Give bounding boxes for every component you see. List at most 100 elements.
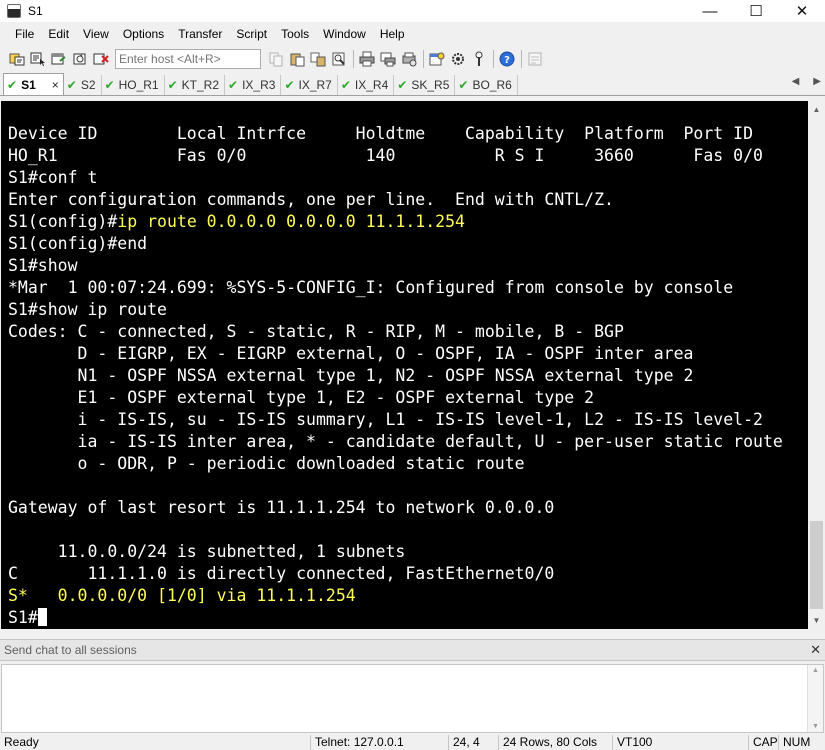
terminal-line: *Mar 1 00:07:24.699: %SYS-5-CONFIG_I: Co…: [8, 278, 734, 297]
tab-close-icon[interactable]: ×: [52, 78, 59, 92]
terminal-line: S1#show ip route: [8, 300, 167, 319]
menu-script[interactable]: Script: [229, 24, 274, 44]
menu-edit[interactable]: Edit: [41, 24, 76, 44]
minimize-button[interactable]: —: [687, 0, 733, 22]
tab-label: IX_R7: [298, 78, 332, 92]
tab-s2[interactable]: ✔ S2: [64, 75, 102, 95]
toolbar-separator: [521, 50, 522, 68]
terminal-prompt: S1(config)#: [8, 212, 118, 231]
connected-check-icon: ✔: [284, 78, 295, 92]
connected-check-icon: ✔: [66, 78, 77, 92]
window-title: S1: [28, 4, 43, 18]
tab-label: S1: [21, 77, 36, 92]
keymap-icon[interactable]: [470, 50, 488, 68]
scrollbar-thumb[interactable]: [810, 521, 823, 609]
title-bar: S1 — ☐ ✕: [0, 0, 825, 22]
menu-options[interactable]: Options: [116, 24, 171, 44]
chat-close-icon[interactable]: ✕: [810, 642, 821, 658]
tab-kt-r2[interactable]: ✔ KT_R2: [165, 75, 226, 95]
tab-ix-r4[interactable]: ✔ IX_R4: [338, 75, 395, 95]
tab-label: BO_R6: [472, 78, 512, 92]
tab-scroll-left-icon[interactable]: ◀: [792, 76, 800, 87]
session-tab-bar: ✔ S1 × ✔ S2 ✔ HO_R1 ✔ KT_R2 ✔ IX_R3 ✔ IX…: [0, 73, 825, 96]
tab-scroll-right-icon[interactable]: ▶: [813, 76, 821, 87]
terminal-line: HO_R1 Fas 0/0 140 R S I 3660 Fas 0/0: [8, 146, 763, 165]
toolbar-separator: [353, 50, 354, 68]
menu-transfer[interactable]: Transfer: [171, 24, 229, 44]
tab-label: SK_R5: [411, 78, 450, 92]
copy-icon[interactable]: [267, 50, 285, 68]
terminal-highlight: ip route 0.0.0.0 0.0.0.0 11.1.1.254: [117, 212, 465, 231]
connect-icon[interactable]: [8, 50, 26, 68]
tab-ix-r3[interactable]: ✔ IX_R3: [225, 75, 282, 95]
chat-scroll-up-icon[interactable]: ▲: [812, 667, 819, 674]
menu-view[interactable]: View: [76, 24, 116, 44]
terminal-line: E1 - OSPF external type 1, E2 - OSPF ext…: [8, 388, 595, 407]
status-emulation: VT100: [612, 735, 748, 750]
chat-scrollbar[interactable]: ▲ ▼: [807, 665, 823, 732]
status-bar: Ready Telnet: 127.0.0.1 24, 4 24 Rows, 8…: [0, 735, 825, 750]
menu-bar: File Edit View Options Transfer Script T…: [0, 24, 825, 44]
connected-check-icon: ✔: [104, 78, 115, 92]
terminal-cursor: [37, 608, 47, 626]
terminal-line: ia - IS-IS inter area, * - candidate def…: [8, 432, 783, 451]
terminal-line: i - IS-IS, su - IS-IS summary, L1 - IS-I…: [8, 410, 763, 429]
disconnect-icon[interactable]: [92, 50, 110, 68]
terminal-screen[interactable]: Device ID Local Intrfce Holdtme Capabili…: [1, 101, 808, 629]
map-icon[interactable]: [526, 50, 544, 68]
terminal-line: Device ID Local Intrfce Holdtme Capabili…: [8, 124, 754, 143]
connected-check-icon: ✔: [397, 78, 408, 92]
find-icon[interactable]: [330, 50, 348, 68]
terminal-line: 11.0.0.0/24 is subnetted, 1 subnets: [8, 542, 406, 561]
tab-s1[interactable]: ✔ S1 ×: [3, 73, 64, 95]
menu-help[interactable]: Help: [373, 24, 412, 44]
close-button[interactable]: ✕: [779, 0, 825, 22]
paste-icon[interactable]: [288, 50, 306, 68]
status-terminal-size: 24 Rows, 80 Cols: [498, 735, 612, 750]
host-input[interactable]: [115, 49, 261, 69]
terminal-scrollbar[interactable]: ▲ ▼: [808, 101, 825, 629]
tab-label: KT_R2: [181, 78, 220, 92]
toolbar-separator: [423, 50, 424, 68]
reconnect-icon[interactable]: [71, 50, 89, 68]
print-screen-icon[interactable]: [379, 50, 397, 68]
connected-check-icon: ✔: [167, 78, 178, 92]
scroll-down-icon[interactable]: ▼: [808, 612, 825, 629]
terminal-line: S* 0.0.0.0/0 [1/0] via 11.1.1.254: [8, 585, 783, 607]
printer-setup-icon[interactable]: [400, 50, 418, 68]
terminal-app-icon: [7, 4, 21, 18]
terminal-line: Enter configuration commands, one per li…: [8, 190, 614, 209]
terminal-prompt: S1#: [8, 608, 38, 627]
tab-label: HO_R1: [118, 78, 159, 92]
chat-header: Send chat to all sessions ✕: [0, 639, 825, 661]
tab-bo-r6[interactable]: ✔ BO_R6: [455, 75, 518, 95]
print-icon[interactable]: [358, 50, 376, 68]
tab-scroll-arrows: ◀ ▶: [792, 76, 821, 87]
tab-ho-r1[interactable]: ✔ HO_R1: [102, 75, 165, 95]
connected-check-icon: ✔: [228, 78, 239, 92]
connect-tab-icon[interactable]: [50, 50, 68, 68]
global-options-icon[interactable]: [449, 50, 467, 68]
tab-ix-r7[interactable]: ✔ IX_R7: [281, 75, 338, 95]
terminal-line: D - EIGRP, EX - EIGRP external, O - OSPF…: [8, 344, 694, 363]
maximize-button[interactable]: ☐: [733, 0, 779, 22]
terminal-output: Device ID Local Intrfce Holdtme Capabili…: [8, 123, 783, 629]
toolbar: ?: [0, 46, 825, 72]
connected-check-icon: ✔: [340, 78, 351, 92]
window-controls: — ☐ ✕: [687, 0, 825, 22]
menu-window[interactable]: Window: [316, 24, 373, 44]
quick-connect-icon[interactable]: [29, 50, 47, 68]
tab-sk-r5[interactable]: ✔ SK_R5: [394, 75, 456, 95]
session-options-icon[interactable]: [428, 50, 446, 68]
scroll-up-icon[interactable]: ▲: [808, 101, 825, 118]
menu-tools[interactable]: Tools: [274, 24, 316, 44]
chat-input[interactable]: ▲ ▼: [1, 664, 824, 733]
copy-paste-icon[interactable]: [309, 50, 327, 68]
menu-file[interactable]: File: [0, 24, 41, 44]
chat-scroll-down-icon[interactable]: ▼: [812, 723, 819, 730]
tab-label: IX_R3: [242, 78, 276, 92]
status-ready: Ready: [4, 735, 39, 749]
help-icon[interactable]: ?: [498, 50, 516, 68]
